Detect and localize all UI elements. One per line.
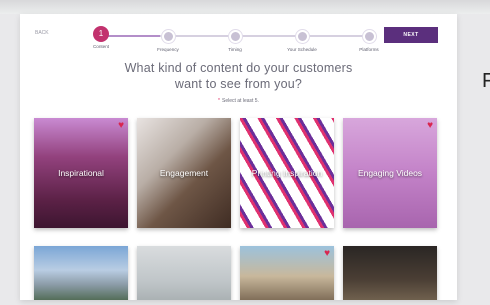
step-frequency[interactable]: Frequency (138, 28, 198, 52)
tile-toy-blocks[interactable] (137, 246, 231, 300)
tile-engagement[interactable]: Engagement (137, 118, 231, 228)
step-label: Your Schedule (287, 47, 317, 52)
tile-label: Inspirational (58, 168, 104, 178)
heart-icon[interactable]: ♥ (118, 121, 124, 131)
tile-engaging-videos[interactable]: ♥ Engaging Videos (343, 118, 437, 228)
tile-label: Engaging Videos (357, 168, 423, 178)
step-label: Frequency (157, 47, 179, 52)
step-label: Timing (228, 47, 242, 52)
step-your-schedule[interactable]: Your Schedule (272, 28, 332, 52)
page-title: What kind of content do your customers w… (20, 60, 457, 92)
heart-icon[interactable]: ♥ (427, 121, 433, 131)
next-button[interactable]: NEXT (384, 27, 438, 43)
step-dot (228, 30, 242, 43)
step-content[interactable]: 1 Content (71, 26, 131, 49)
selection-hint-text: Select at least 5. (221, 98, 259, 104)
page-title-line1: What kind of content do your customers (124, 61, 353, 75)
offscreen-heading-fragment: F (482, 70, 490, 92)
tile-canal-town[interactable]: ♥ (240, 246, 334, 300)
browser-shadow (0, 0, 490, 14)
step-label: Platforms (359, 47, 379, 52)
tile-printing-inspiration[interactable]: Printing Inspiration (240, 118, 334, 228)
tile-mountains[interactable] (34, 246, 128, 300)
tile-inspirational[interactable]: ♥ Inspirational (34, 118, 128, 228)
step-dot (362, 30, 376, 43)
required-marker: * (218, 98, 220, 104)
tile-food[interactable] (343, 246, 437, 300)
content-selection-panel: BACK 1 Content Frequency Timing Your Sch… (20, 14, 457, 300)
back-link[interactable]: BACK (35, 30, 49, 36)
step-timing[interactable]: Timing (205, 28, 265, 52)
step-number: 1 (93, 26, 109, 42)
selection-hint: * Select at least 5. (20, 98, 457, 104)
tile-label: Engagement (159, 168, 209, 178)
tile-label: Printing Inspiration (251, 168, 323, 178)
heart-icon[interactable]: ♥ (324, 249, 330, 259)
step-dot (295, 30, 309, 43)
page-title-line2: want to see from you? (174, 77, 303, 91)
step-label: Content (92, 44, 110, 49)
step-dot (161, 30, 175, 43)
